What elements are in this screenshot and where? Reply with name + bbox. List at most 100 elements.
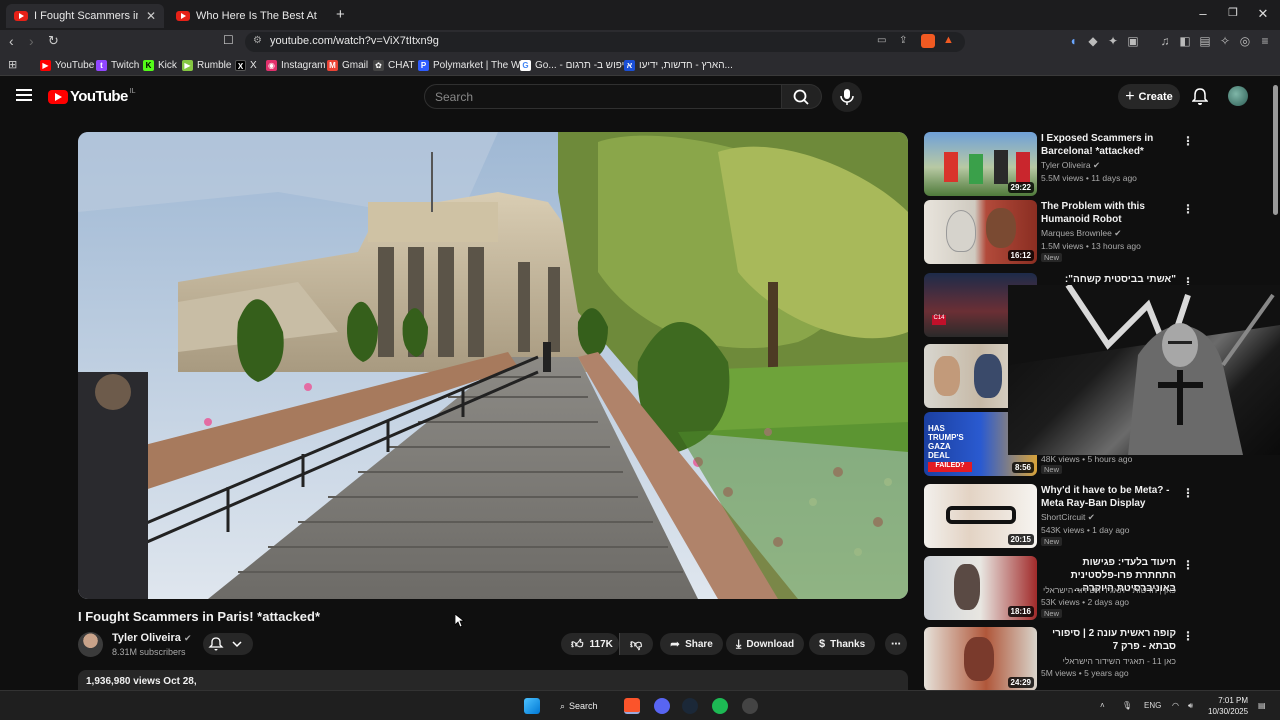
more-vertical-icon[interactable]: ⋮ [1182,629,1194,643]
x-icon: X [235,59,246,71]
more-vertical-icon[interactable]: ⋮ [1182,558,1194,572]
picture-in-picture-image[interactable] [1008,285,1280,455]
sidebar-icon[interactable]: ◧ [1178,34,1192,48]
cast-icon[interactable]: ▭ [877,35,886,46]
spotify-icon[interactable] [712,698,728,714]
close-icon[interactable]: ✕ [146,9,156,23]
channel-name[interactable]: Tyler Oliveira ✔ [112,632,192,644]
media-icon[interactable]: ♫ [1158,34,1172,48]
bookmark-icon[interactable]: ☐ [223,33,234,47]
search-field[interactable] [424,84,782,109]
duration-badge: 24:29 [1007,677,1034,688]
like-button[interactable]: 👍︎ 117K [561,633,619,655]
recommendation-meta: 543K views • 1 day ago [1041,525,1130,535]
description-box[interactable]: 1,936,980 views Oct 28, [78,670,908,692]
discord-icon[interactable] [654,698,670,714]
bookmark-instagram[interactable]: ◉ Instagram [266,57,325,73]
address-bar[interactable]: ⚙ youtube.com/watch?v=ViX7tItxn9g ▭ ⇪ ▲ [245,32,965,52]
tray-chevron-icon[interactable]: ˄ [1100,701,1105,710]
thumbs-down-icon: 👎︎ [630,636,643,651]
window-close-icon[interactable]: ✕ [1248,6,1278,22]
forward-icon[interactable]: › [29,33,34,49]
search-input[interactable] [425,85,781,108]
notification-center-icon[interactable]: ▤ [1258,701,1266,710]
video-title: I Fought Scammers in Paris! *attacked* [78,609,321,624]
channel-avatar[interactable] [78,632,103,657]
youtube-logo[interactable]: YouTube IL [48,88,136,105]
plus-icon: + [1125,87,1135,105]
more-vertical-icon[interactable]: ⋮ [1182,134,1194,148]
account-avatar[interactable] [1228,86,1248,106]
brave-browser-icon[interactable] [624,698,640,714]
microphone-icon[interactable]: 🎙︎ [1122,701,1132,710]
recommendation-item[interactable]: 24:29 קופה ראשית עונה 2 | סיפורי סבתא - … [924,627,1264,691]
video-thumbnail[interactable]: 16:12 [924,200,1037,264]
video-thumbnail[interactable]: 20:15 [924,484,1037,548]
video-thumbnail[interactable]: 29:22 [924,132,1037,196]
extensions-icon[interactable]: ✦ [1106,34,1120,48]
share-page-icon[interactable]: ⇪ [899,35,907,46]
bookmark-chat[interactable]: ✿ CHAT [373,57,414,73]
recommendation-item[interactable]: 18:16 תיעוד בלעדי: פגישות התחתרת פרו-פלס… [924,556,1264,620]
share-button[interactable]: ➦ Share [660,633,723,655]
vpn-shield-icon[interactable]: ◆ [1086,34,1100,48]
dislike-button[interactable]: 👎︎ [619,633,653,655]
bookmark-polymarket[interactable]: P Polymarket | The W... [418,57,528,73]
notifications-button[interactable] [1191,88,1209,110]
bookmark-gmail[interactable]: M Gmail [327,57,368,73]
tab-inactive[interactable]: Who Here Is The Best At Basketball? [168,4,328,28]
wifi-icon[interactable]: ◠ [1172,701,1179,710]
bookmark-rumble[interactable]: ▶ Rumble [182,57,231,73]
reload-icon[interactable]: ↻ [48,33,59,49]
video-thumbnail[interactable]: 18:16 [924,556,1037,620]
tab-active[interactable]: I Fought Scammers in Paris! * ✕ [6,4,164,28]
volume-icon[interactable]: 🔊︎ [1188,701,1193,711]
voice-search-button[interactable] [832,82,862,112]
language-indicator[interactable]: ENG [1144,701,1161,710]
back-icon[interactable]: ‹ [9,33,14,49]
share-label: Share [685,638,713,650]
taskbar-search[interactable]: ⌕ Search [560,697,610,715]
wallet-icon[interactable]: ▣ [1126,34,1140,48]
brave-rewards-icon[interactable]: ▲ [943,34,954,46]
download-button[interactable]: ⤓ Download [726,633,805,655]
system-clock[interactable]: 7:01 PM 10/30/2025 [1208,695,1248,717]
video-thumbnail[interactable]: 24:29 [924,627,1037,691]
search-button[interactable] [782,84,822,109]
bookmark-x[interactable]: XX [235,57,257,73]
more-vertical-icon[interactable]: ⋮ [1182,486,1194,500]
brave-shields-icon[interactable] [921,34,935,48]
leo-ai-icon[interactable]: ✧ [1218,34,1232,48]
bookmark-twitch[interactable]: t Twitch [96,57,139,73]
more-vertical-icon[interactable]: ⋮ [1182,202,1194,216]
translate-icon[interactable]: ◖ [1066,34,1080,48]
video-player[interactable] [78,132,908,599]
steam-icon[interactable] [682,698,698,714]
recommendation-item[interactable]: 29:22 I Exposed Scammers in Barcelona! *… [924,132,1264,196]
vpn-icon[interactable]: ◎ [1238,34,1252,48]
new-tab-button[interactable]: + [336,6,345,23]
wallet-icon[interactable]: ▤ [1198,34,1212,48]
menu-icon[interactable]: ≡ [1258,34,1272,48]
restore-icon[interactable]: ❐ [1218,6,1248,19]
bookmark-youtube[interactable]: ▶ YouTube [40,57,94,73]
bookmark-label: Polymarket | The W... [433,59,529,71]
app-icon[interactable] [742,698,758,714]
create-button[interactable]: + Create [1118,84,1180,109]
minimize-icon[interactable]: – [1188,6,1218,21]
apps-grid-icon[interactable]: ⊞ [8,58,17,71]
windows-start-icon[interactable] [524,698,540,714]
scroll-thumb[interactable] [1273,85,1278,215]
rumble-icon: ▶ [182,59,193,71]
recommendation-item[interactable]: 16:12 The Problem with this Humanoid Rob… [924,200,1264,264]
bookmark-kick[interactable]: K Kick [143,57,177,73]
subscription-bell-button[interactable] [203,633,253,655]
hamburger-menu-icon[interactable] [16,89,32,101]
thanks-button[interactable]: $ Thanks [809,633,876,655]
page-scrollbar[interactable] [1272,77,1280,690]
recommendation-item[interactable]: 20:15 Why'd it have to be Meta? - Meta R… [924,484,1264,548]
site-info-icon[interactable]: ⚙ [253,35,262,46]
bookmark-google-translate[interactable]: G Go... - חיפוש ב- תרגום [520,57,631,73]
bookmark-haaretz[interactable]: א הארץ - חדשות, ידיעו... [624,57,733,73]
more-actions-button[interactable]: ⋯ [885,633,907,655]
